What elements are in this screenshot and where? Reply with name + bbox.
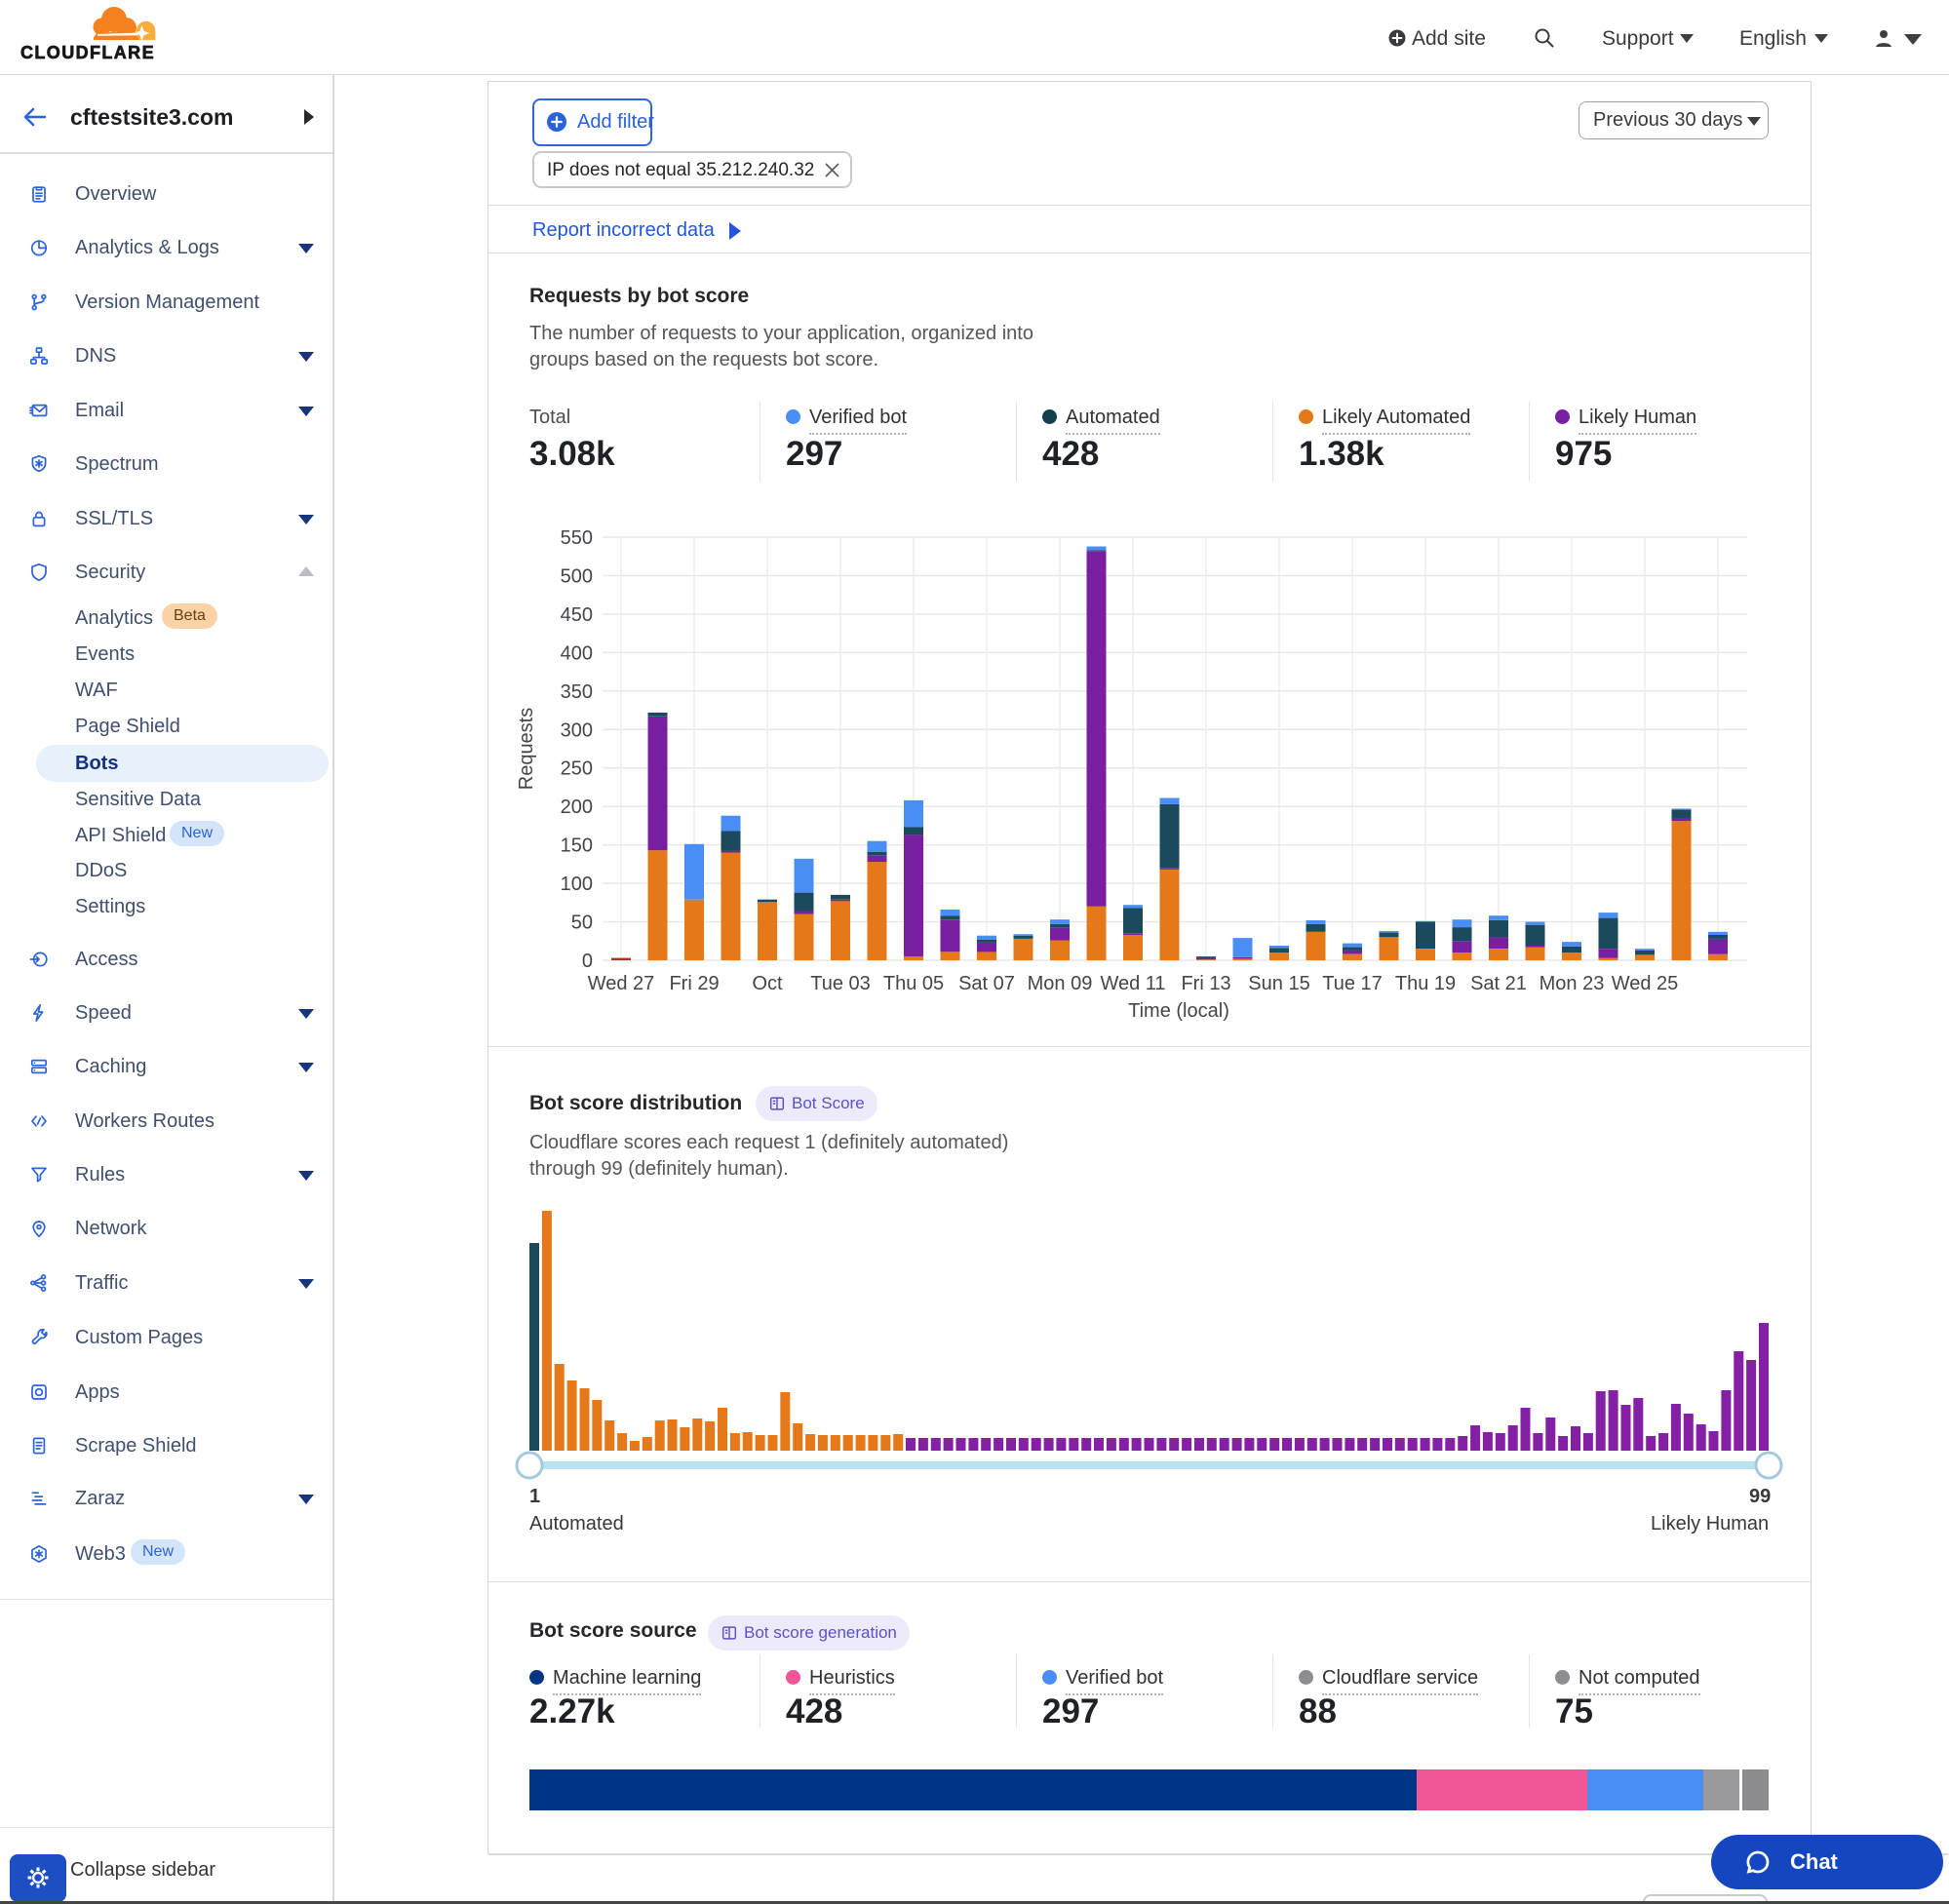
svg-text:450: 450 bbox=[561, 604, 593, 626]
svg-text:350: 350 bbox=[561, 681, 593, 703]
svg-text:200: 200 bbox=[561, 797, 593, 818]
svg-text:250: 250 bbox=[561, 758, 593, 780]
svg-text:300: 300 bbox=[561, 719, 593, 741]
svg-text:Wed 25: Wed 25 bbox=[1612, 973, 1679, 994]
svg-text:Time (local): Time (local) bbox=[1128, 1000, 1229, 1022]
svg-text:50: 50 bbox=[571, 913, 593, 934]
svg-text:Tue 17: Tue 17 bbox=[1322, 973, 1383, 994]
svg-text:Tue 03: Tue 03 bbox=[810, 973, 871, 994]
svg-text:Mon 09: Mon 09 bbox=[1028, 973, 1093, 994]
svg-text:400: 400 bbox=[561, 642, 593, 664]
svg-text:Fri 29: Fri 29 bbox=[669, 973, 719, 994]
svg-text:Wed 27: Wed 27 bbox=[588, 973, 655, 994]
svg-text:0: 0 bbox=[582, 951, 593, 972]
svg-text:500: 500 bbox=[561, 566, 593, 588]
svg-text:Oct: Oct bbox=[752, 973, 783, 994]
svg-text:Requests: Requests bbox=[516, 708, 537, 791]
svg-text:Thu 05: Thu 05 bbox=[883, 973, 944, 994]
svg-text:Wed 11: Wed 11 bbox=[1100, 973, 1165, 994]
svg-text:Sat 21: Sat 21 bbox=[1470, 973, 1527, 994]
svg-text:Mon 23: Mon 23 bbox=[1540, 973, 1605, 994]
svg-text:Fri 13: Fri 13 bbox=[1181, 973, 1230, 994]
svg-text:150: 150 bbox=[561, 835, 593, 857]
svg-text:Sun 15: Sun 15 bbox=[1248, 973, 1309, 994]
svg-text:Sat 07: Sat 07 bbox=[958, 973, 1015, 994]
svg-text:Thu 19: Thu 19 bbox=[1395, 973, 1456, 994]
svg-text:550: 550 bbox=[561, 527, 593, 549]
svg-text:100: 100 bbox=[561, 874, 593, 895]
